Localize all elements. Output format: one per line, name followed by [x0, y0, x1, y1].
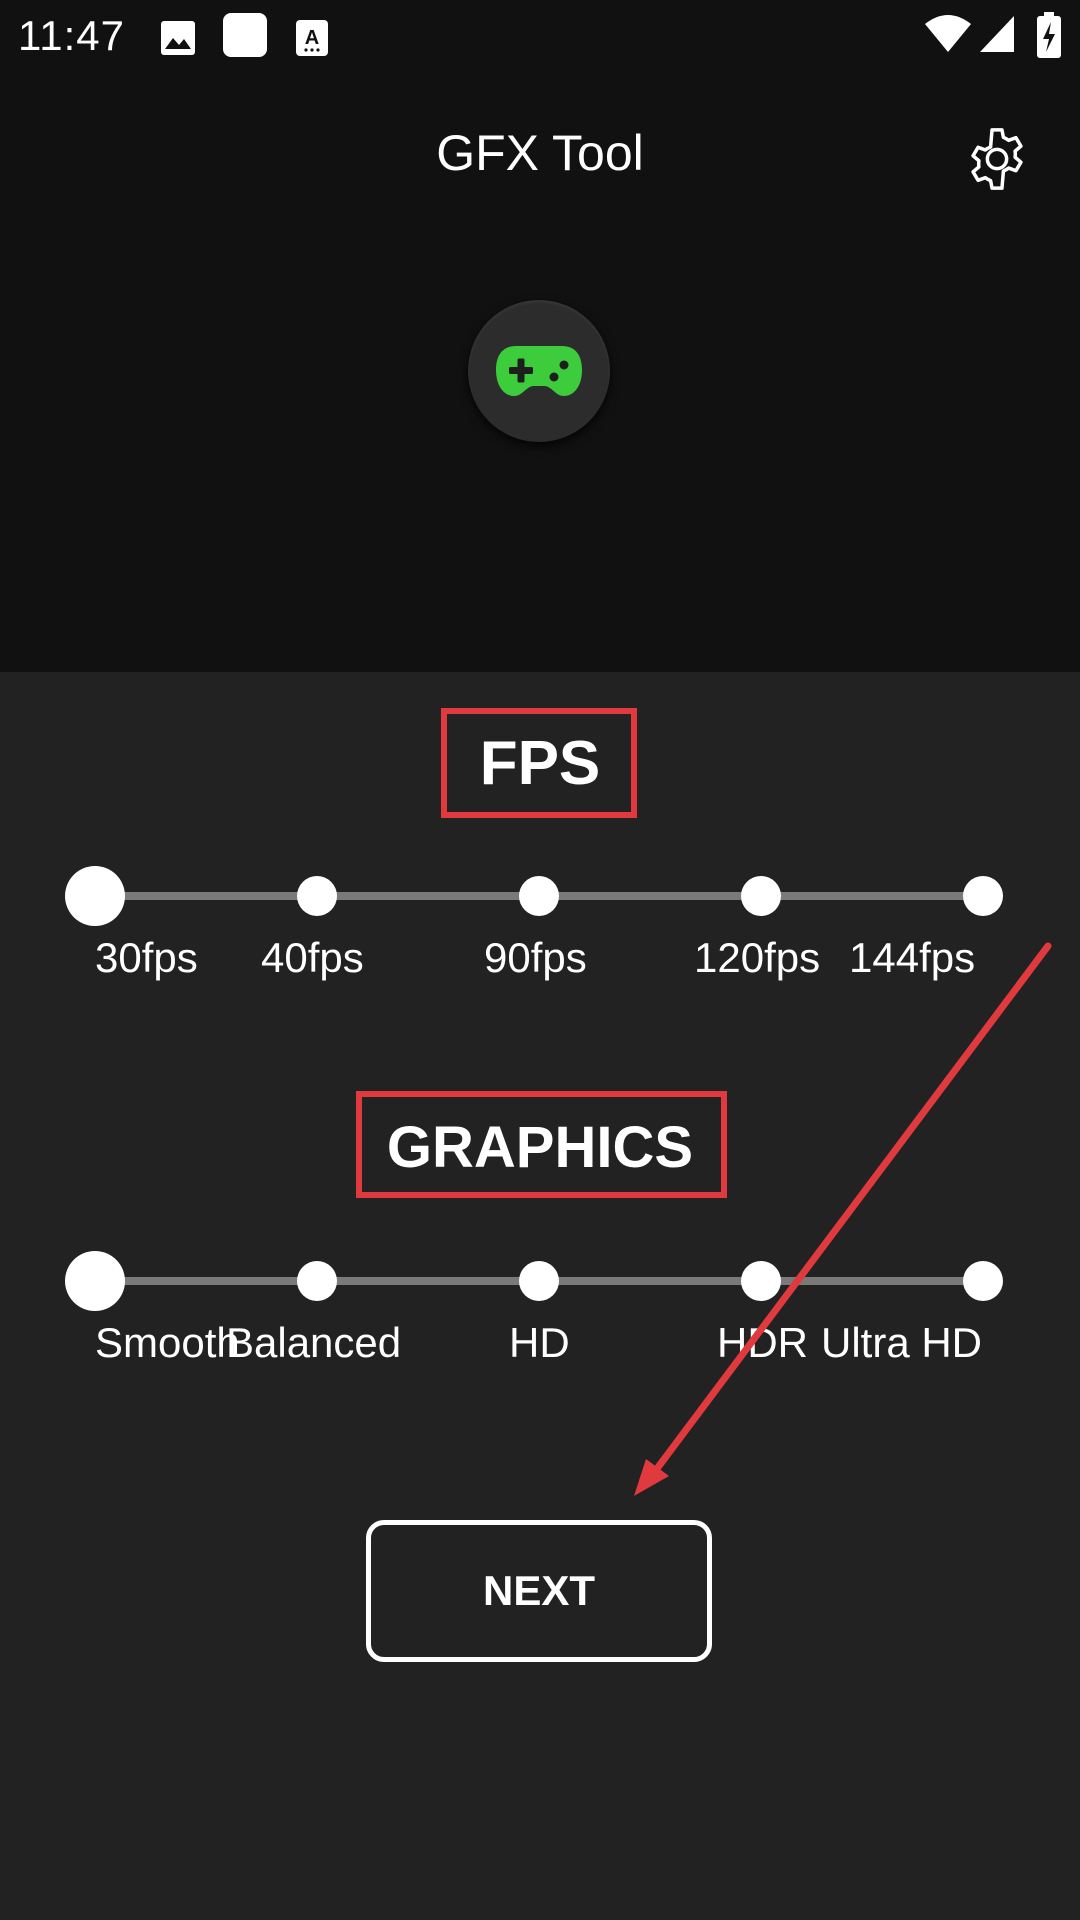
- graphics-stop-hdr[interactable]: [741, 1261, 781, 1301]
- fps-label-40: 40fps: [261, 934, 364, 981]
- fps-stop-120[interactable]: [741, 876, 781, 916]
- fps-stop-40[interactable]: [297, 876, 337, 916]
- graphics-label-smooth: Smooth: [95, 1319, 240, 1366]
- settings-button[interactable]: [962, 124, 1032, 194]
- fps-stop-30[interactable]: [65, 866, 125, 926]
- graphics-title: GRAPHICS: [386, 1115, 694, 1180]
- fps-label-144: 144fps: [849, 934, 976, 981]
- image-icon: [161, 21, 195, 55]
- next-button[interactable]: NEXT: [366, 1520, 712, 1662]
- signal-icon: [980, 16, 1014, 52]
- gear-icon: [971, 128, 1023, 190]
- status-bar: 11:47 A: [0, 0, 1080, 72]
- graphics-stop-balanced[interactable]: [297, 1261, 337, 1301]
- graphics-stop-smooth[interactable]: [65, 1251, 125, 1311]
- graphics-stop-hd[interactable]: [519, 1261, 559, 1301]
- app-title: GFX Tool: [436, 125, 644, 181]
- battery-charging-icon: [1037, 12, 1061, 58]
- fps-stop-90[interactable]: [519, 876, 559, 916]
- graphics-slider[interactable]: Smooth Balanced HD HDR Ultra HD: [0, 1245, 1080, 1366]
- graphics-label-ultra-hd: Ultra HD: [821, 1319, 983, 1366]
- fps-title: FPS: [479, 729, 601, 798]
- graphics-label-balanced: Balanced: [226, 1319, 402, 1366]
- fps-label-90: 90fps: [484, 934, 587, 981]
- graphics-label-hdr: HDR: [717, 1319, 808, 1366]
- text-a-icon: A: [296, 20, 328, 56]
- fps-slider[interactable]: 30fps 40fps 90fps 120fps 144fps: [0, 860, 1080, 981]
- app-square-icon: [223, 13, 267, 57]
- graphics-stop-ultra-hd[interactable]: [963, 1261, 1003, 1301]
- fps-label-120: 120fps: [694, 934, 821, 981]
- gamepad-icon: [496, 346, 582, 396]
- gamepad-button[interactable]: [468, 300, 610, 442]
- svg-text:A: A: [305, 27, 319, 49]
- status-time: 11:47: [18, 12, 125, 59]
- graphics-label-hd: HD: [509, 1319, 570, 1366]
- fps-label-30: 30fps: [95, 934, 198, 981]
- wifi-icon: [925, 15, 971, 52]
- fps-stop-144[interactable]: [963, 876, 1003, 916]
